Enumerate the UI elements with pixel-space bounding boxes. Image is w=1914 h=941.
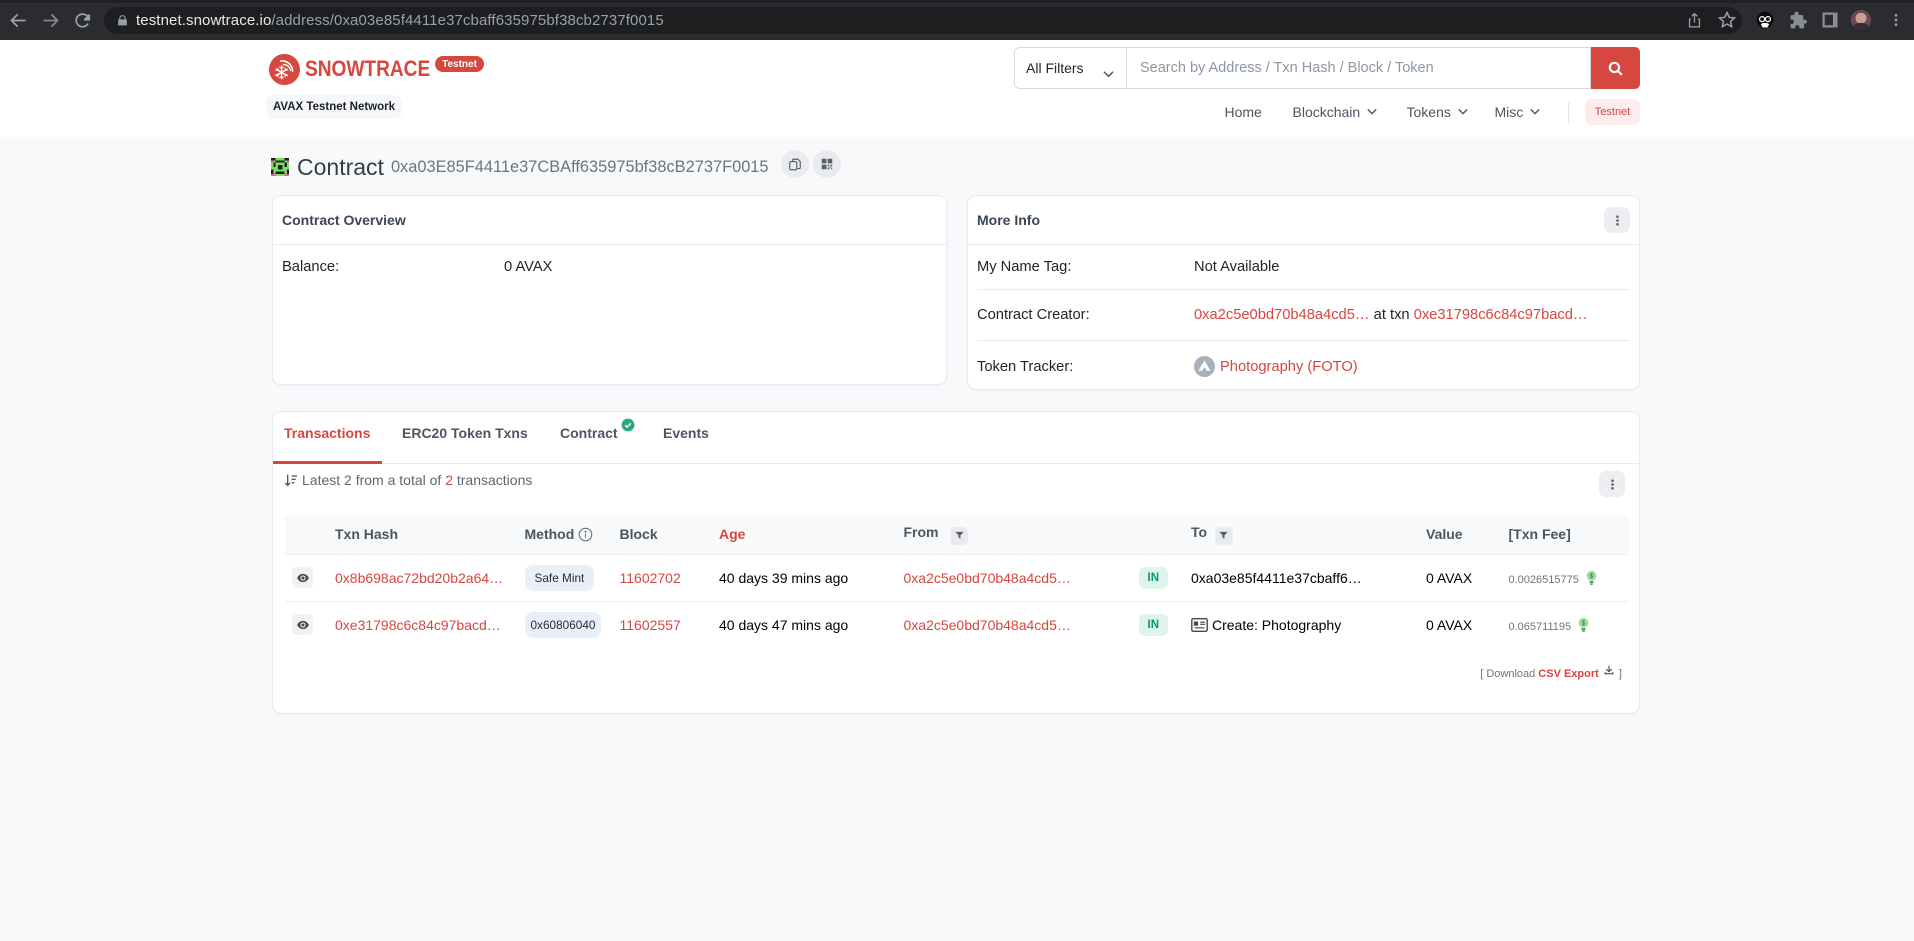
svg-text:$: $ [1582, 620, 1586, 627]
svg-text:$: $ [1590, 573, 1594, 580]
